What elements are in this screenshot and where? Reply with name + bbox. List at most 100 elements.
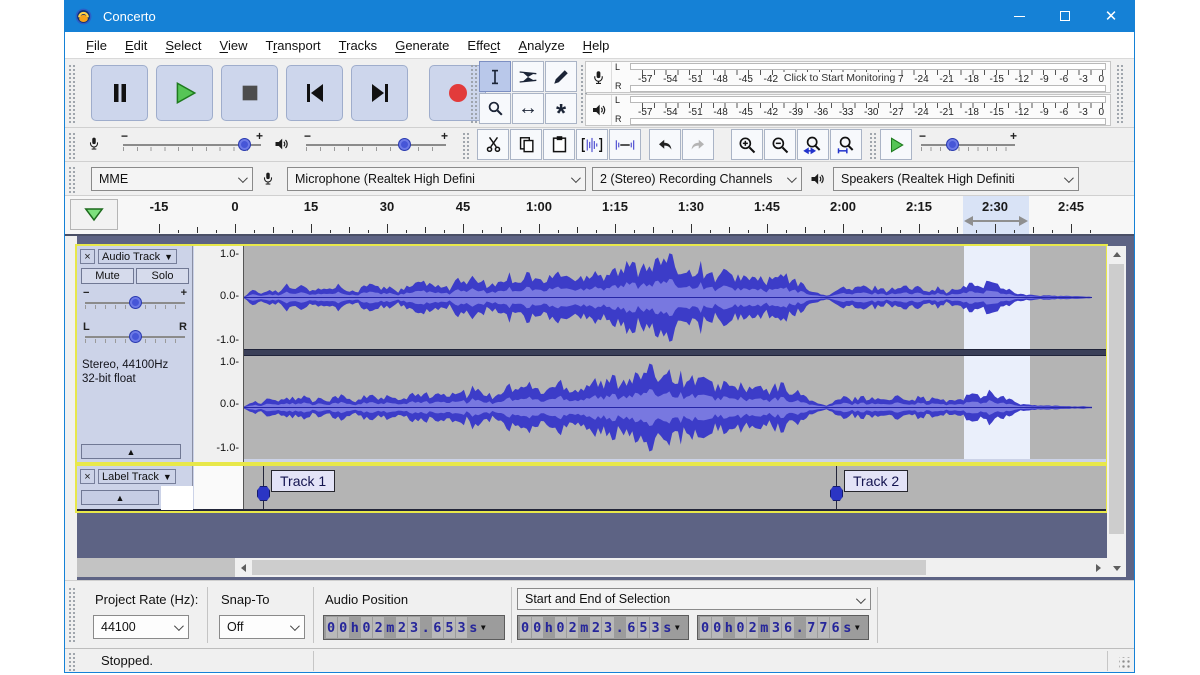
slider-thumb[interactable] — [129, 296, 142, 309]
timeline-ruler[interactable]: -1501530451:001:151:301:452:002:152:302:… — [65, 196, 1134, 236]
audio-host-dropdown[interactable]: MME — [91, 167, 253, 191]
recording-device-dropdown[interactable]: Microphone (Realtek High Defini — [287, 167, 586, 191]
play-at-speed-grip[interactable] — [868, 131, 876, 159]
menu-analyze[interactable]: Analyze — [509, 34, 573, 57]
audio-track-close-button[interactable]: × — [80, 249, 95, 264]
skip-to-start-button[interactable] — [286, 65, 343, 121]
stop-button[interactable] — [221, 65, 278, 121]
cut-button[interactable] — [477, 129, 509, 160]
vertical-scrollbar[interactable] — [1107, 246, 1126, 577]
audio-track-menu[interactable]: Audio Track ▼ — [98, 249, 177, 264]
waveform-channel-right[interactable] — [244, 356, 1106, 459]
selection-mode-dropdown[interactable]: Start and End of Selection — [517, 588, 871, 610]
label-track[interactable]: × Label Track ▼ ▲ Track 1 Track 2 — [77, 466, 1106, 511]
menu-transport[interactable]: Transport — [256, 34, 329, 57]
pause-button[interactable] — [91, 65, 148, 121]
selection-tool-button[interactable] — [479, 61, 511, 92]
waveform-channel-left[interactable] — [244, 246, 1106, 349]
recording-volume-slider[interactable]: − + — [123, 136, 261, 154]
zoom-tool-button[interactable] — [479, 93, 511, 124]
slider-thumb[interactable] — [398, 138, 411, 151]
maximize-button[interactable] — [1042, 0, 1088, 32]
undo-button[interactable] — [649, 129, 681, 160]
horizontal-scrollbar[interactable] — [235, 558, 1107, 577]
recording-meter[interactable]: LR -57-54-51-48-45-42-39-36-33-30-27-24-… — [585, 61, 1111, 93]
project-rate-dropdown[interactable]: 44100 — [93, 615, 189, 639]
menu-file[interactable]: File — [77, 34, 116, 57]
mute-button[interactable]: Mute — [81, 268, 134, 284]
selection-end-field[interactable]: 00h02m36.776s▼ — [697, 615, 869, 640]
label-track-menu[interactable]: Label Track ▼ — [98, 469, 176, 484]
label-flag-icon[interactable] — [830, 486, 843, 501]
playback-device-dropdown[interactable]: Speakers (Realtek High Definiti — [833, 167, 1079, 191]
draw-tool-button[interactable] — [545, 61, 577, 92]
timeline-selection-arrow[interactable] — [972, 220, 1020, 222]
pan-slider[interactable]: L R — [85, 328, 185, 346]
slider-thumb[interactable] — [946, 138, 959, 151]
menu-tracks[interactable]: Tracks — [330, 34, 387, 57]
audio-position-field[interactable]: 00h02m23.653s▼ — [323, 615, 505, 640]
trim-audio-button[interactable] — [576, 129, 608, 160]
menu-effect[interactable]: Effect — [458, 34, 509, 57]
slider-thumb[interactable] — [129, 330, 142, 343]
horizontal-scrollbar-thumb[interactable] — [252, 560, 926, 575]
selection-toolbar-grip[interactable] — [67, 586, 75, 644]
scroll-left-button[interactable] — [235, 558, 252, 577]
gain-slider[interactable]: − + — [85, 294, 185, 312]
timeshift-tool-button[interactable]: ↔ — [512, 93, 544, 124]
tools-toolbar-grip[interactable] — [469, 63, 477, 124]
meter-toolbar-grip-right[interactable] — [1115, 63, 1123, 124]
audio-track[interactable]: × Audio Track ▼ Mute Solo − + — [77, 246, 1106, 462]
record-button[interactable] — [429, 65, 486, 121]
paste-button[interactable] — [543, 129, 575, 160]
vertical-scale-ruler[interactable]: 1.0 0.0 -1.0 1.0 0.0 -1.0 — [194, 246, 244, 462]
zoom-fit-button[interactable] — [830, 129, 862, 160]
menu-edit[interactable]: Edit — [116, 34, 156, 57]
scroll-right-button[interactable] — [1090, 558, 1107, 577]
menu-help[interactable]: Help — [574, 34, 619, 57]
recording-channels-dropdown[interactable]: 2 (Stereo) Recording Channels — [592, 167, 802, 191]
selection-start-field[interactable]: 00h02m23.653s▼ — [517, 615, 689, 640]
timeline-options-button[interactable] — [70, 199, 118, 230]
zoom-out-button[interactable] — [764, 129, 796, 160]
zoom-in-button[interactable] — [731, 129, 763, 160]
menu-select[interactable]: Select — [156, 34, 210, 57]
menu-generate[interactable]: Generate — [386, 34, 458, 57]
zoom-selection-button[interactable] — [797, 129, 829, 160]
snap-to-dropdown[interactable]: Off — [219, 615, 305, 639]
audacity-window: Concerto ✕ FileEditSelectViewTransportTr… — [64, 0, 1135, 673]
scroll-down-button[interactable] — [1107, 560, 1126, 577]
monitoring-overlay-text[interactable]: Click to Start Monitoring — [781, 72, 898, 84]
minimize-button[interactable] — [996, 0, 1042, 32]
edit-toolbar-grip[interactable] — [461, 131, 469, 159]
resize-grip[interactable] — [1119, 657, 1131, 669]
label-track-content[interactable]: Track 1 Track 2 — [244, 466, 1106, 509]
play-button[interactable] — [156, 65, 213, 121]
redo-button[interactable] — [682, 129, 714, 160]
audio-track-collapse-button[interactable]: ▲ — [81, 444, 181, 459]
scroll-up-button[interactable] — [1107, 246, 1126, 263]
vertical-scrollbar-thumb[interactable] — [1109, 264, 1124, 534]
play-at-speed-button[interactable] — [880, 129, 912, 160]
label-text-box[interactable]: Track 2 — [844, 470, 908, 492]
playback-volume-slider[interactable]: − + — [306, 136, 446, 154]
playback-meter[interactable]: LR -57-54-51-48-45-42-39-36-33-30-27-24-… — [585, 94, 1111, 126]
device-toolbar-grip[interactable] — [67, 165, 75, 193]
multi-tool-button[interactable]: * — [545, 93, 577, 124]
transport-toolbar-grip[interactable] — [67, 63, 75, 124]
silence-audio-button[interactable] — [609, 129, 641, 160]
label-track-collapse-button[interactable]: ▲ — [81, 490, 159, 505]
envelope-tool-button[interactable] — [512, 61, 544, 92]
copy-button[interactable] — [510, 129, 542, 160]
skip-to-end-button[interactable] — [351, 65, 408, 121]
close-button[interactable]: ✕ — [1088, 0, 1134, 32]
label-flag-icon[interactable] — [257, 486, 270, 501]
title-bar[interactable]: Concerto ✕ — [65, 0, 1134, 32]
menu-view[interactable]: View — [211, 34, 257, 57]
solo-button[interactable]: Solo — [136, 268, 189, 284]
label-text-box[interactable]: Track 1 — [271, 470, 335, 492]
label-track-close-button[interactable]: × — [80, 469, 95, 484]
mixer-toolbar-grip[interactable] — [67, 131, 75, 159]
channel-separator[interactable] — [244, 349, 1106, 356]
play-speed-slider[interactable]: − + — [921, 136, 1015, 154]
